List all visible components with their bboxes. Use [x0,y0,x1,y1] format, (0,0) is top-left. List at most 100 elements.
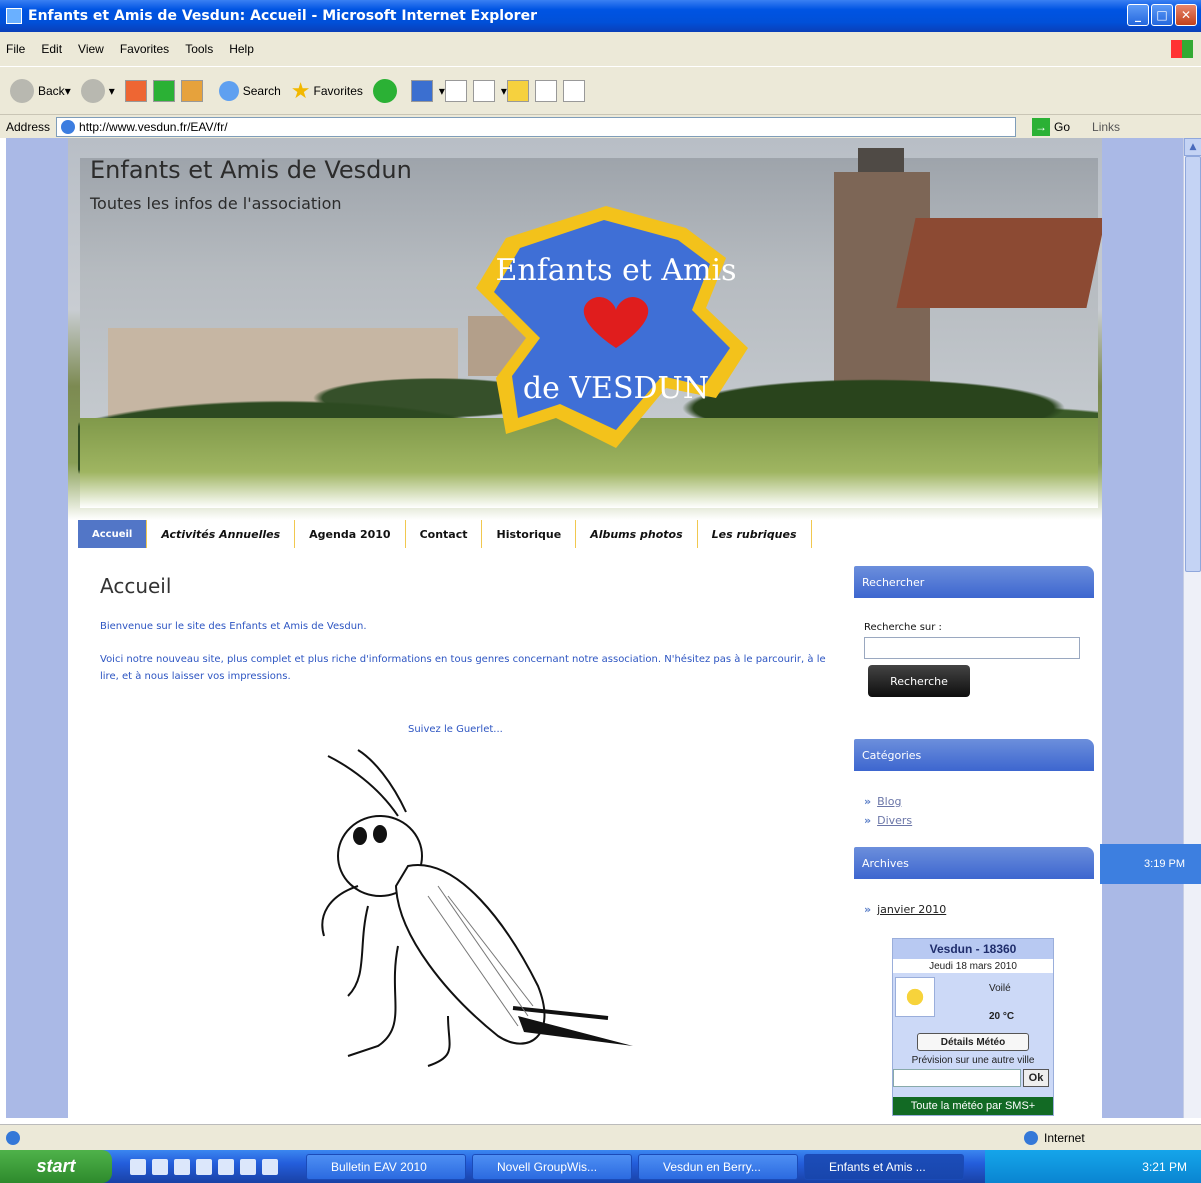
chevron-right-icon: » [864,903,872,916]
cricket-drawing [288,746,648,1086]
search-input[interactable] [864,637,1080,659]
task-groupwise[interactable]: Novell GroupWis... [472,1153,632,1180]
archive-janvier-2010[interactable]: janvier 2010 [877,903,946,916]
site-subtitle: Toutes les infos de l'association [90,194,342,213]
maximize-button[interactable]: □ [1151,4,1173,26]
refresh-icon[interactable] [152,79,175,102]
web-page: Enfants et Amis de Vesdun Toutes les inf… [68,138,1102,1118]
sidebar: Rechercher Recherche sur : Recherche Cat… [854,566,1094,1116]
scroll-up-icon[interactable]: ▲ [1184,138,1201,156]
categories-title: Catégories [854,739,1094,771]
weather-ok-button[interactable]: Ok [1023,1069,1049,1087]
menu-view[interactable]: View [78,42,104,56]
main-content: Accueil Bienvenue sur le site des Enfant… [100,574,840,701]
menu-bar: File Edit View Favorites Tools Help [0,32,1201,66]
quick-launch-icon[interactable] [218,1158,234,1175]
quick-launch-icon[interactable] [262,1158,278,1175]
forward-arrow-icon [80,78,105,103]
history-icon[interactable] [372,78,397,103]
page-status-icon [6,1130,20,1145]
list-item: » Blog [864,795,1094,808]
chevron-right-icon: » [864,795,872,808]
search-icon [218,80,239,101]
weather-other-label: Prévision sur une autre ville [911,1055,1035,1066]
links-button[interactable]: Links [1092,120,1120,134]
site-header: Enfants et Amis de Vesdun Toutes les inf… [68,138,1102,520]
archives-title: Archives [854,847,1094,879]
search-button[interactable]: Search [218,80,281,101]
nav-albums[interactable]: Albums photos [576,520,698,548]
sun-icon [895,977,935,1017]
menu-favorites[interactable]: Favorites [120,42,169,56]
menu-file[interactable]: File [6,42,25,56]
menu-edit[interactable]: Edit [41,42,62,56]
favorites-button[interactable]: ★ Favorites [291,78,363,104]
status-bar: Internet [0,1124,1201,1150]
discuss-icon[interactable] [506,79,529,102]
minimize-button[interactable]: _ [1127,4,1149,26]
chevron-right-icon: » [864,814,872,827]
weather-city-input[interactable] [893,1069,1021,1087]
quick-launch-icon[interactable] [130,1158,146,1175]
menu-help[interactable]: Help [229,42,254,56]
archives-list: » janvier 2010 [864,903,1094,916]
stop-icon[interactable] [124,79,147,102]
weather-widget: Vesdun - 18360 Jeudi 18 mars 2010 Voilé … [892,938,1054,1116]
system-tray: 3:21 PM [985,1150,1201,1183]
back-arrow-icon [10,78,34,103]
nav-accueil[interactable]: Accueil [78,520,148,548]
go-arrow-icon: → [1032,117,1051,136]
search-box-title: Rechercher [854,566,1094,598]
ie-icon [6,8,22,24]
home-icon[interactable] [180,79,203,102]
task-bulletin[interactable]: Bulletin EAV 2010 [306,1153,466,1180]
guerlet-caption: Suivez le Guerlet... [408,724,503,735]
close-button[interactable]: ✕ [1175,4,1197,26]
toolbar: Back ▾ ▾ Search ★ Favorites ▾ ▾ [0,66,1201,114]
quick-launch-icon[interactable] [240,1158,256,1175]
logo-text-1: Enfants et Amis [496,253,737,288]
category-divers[interactable]: Divers [877,814,912,827]
go-button[interactable]: → Go [1032,117,1070,136]
weather-sms-link[interactable]: Toute la météo par SMS+ [893,1097,1053,1115]
search-label: Recherche sur : [864,622,942,633]
security-zone: Internet [1024,1130,1085,1145]
weather-details-button[interactable]: Détails Météo [917,1033,1029,1051]
page-heading: Accueil [100,574,172,598]
nav-activites[interactable]: Activités Annuelles [147,520,296,548]
nav-agenda[interactable]: Agenda 2010 [295,520,406,548]
address-label: Address [6,119,51,134]
intro-text: Voici notre nouveau site, plus complet e… [100,654,826,682]
category-blog[interactable]: Blog [877,795,901,808]
task-enfants-amis[interactable]: Enfants et Amis ... [804,1153,964,1180]
quick-launch-icon[interactable] [174,1158,190,1175]
address-url: http://www.vesdun.fr/EAV/fr/ [79,119,228,134]
task-vesdun-berry[interactable]: Vesdun en Berry... [638,1153,798,1180]
nav-historique[interactable]: Historique [482,520,577,548]
research-icon[interactable] [534,79,557,102]
forward-button[interactable]: ▾ [80,78,115,103]
quick-launch-icon[interactable] [152,1158,168,1175]
back-button[interactable]: Back ▾ [10,78,71,103]
quick-launch-icon[interactable] [196,1158,212,1175]
taskbar: start Bulletin EAV 2010 Novell GroupWis.… [0,1150,1201,1183]
mail-icon[interactable] [410,79,433,102]
messenger-icon[interactable] [562,79,585,102]
star-icon: ★ [290,77,311,103]
address-input[interactable]: http://www.vesdun.fr/EAV/fr/ [56,116,1017,137]
nav-contact[interactable]: Contact [406,520,483,548]
list-item: » Divers [864,814,1094,827]
overlay-time: 3:19 PM [1144,858,1185,870]
edit-icon[interactable] [472,79,495,102]
print-icon[interactable] [444,79,467,102]
main-nav: Accueil Activités Annuelles Agenda 2010 … [78,520,812,548]
nav-rubriques[interactable]: Les rubriques [698,520,812,548]
clock[interactable]: 3:21 PM [1142,1160,1187,1174]
site-title[interactable]: Enfants et Amis de Vesdun [90,156,412,184]
vertical-scrollbar[interactable]: ▲ [1183,138,1201,1118]
menu-tools[interactable]: Tools [185,42,213,56]
search-submit-button[interactable]: Recherche [868,665,970,697]
start-button[interactable]: start [0,1150,112,1183]
categories-list: » Blog » Divers [864,795,1094,827]
scroll-thumb[interactable] [1185,156,1201,572]
